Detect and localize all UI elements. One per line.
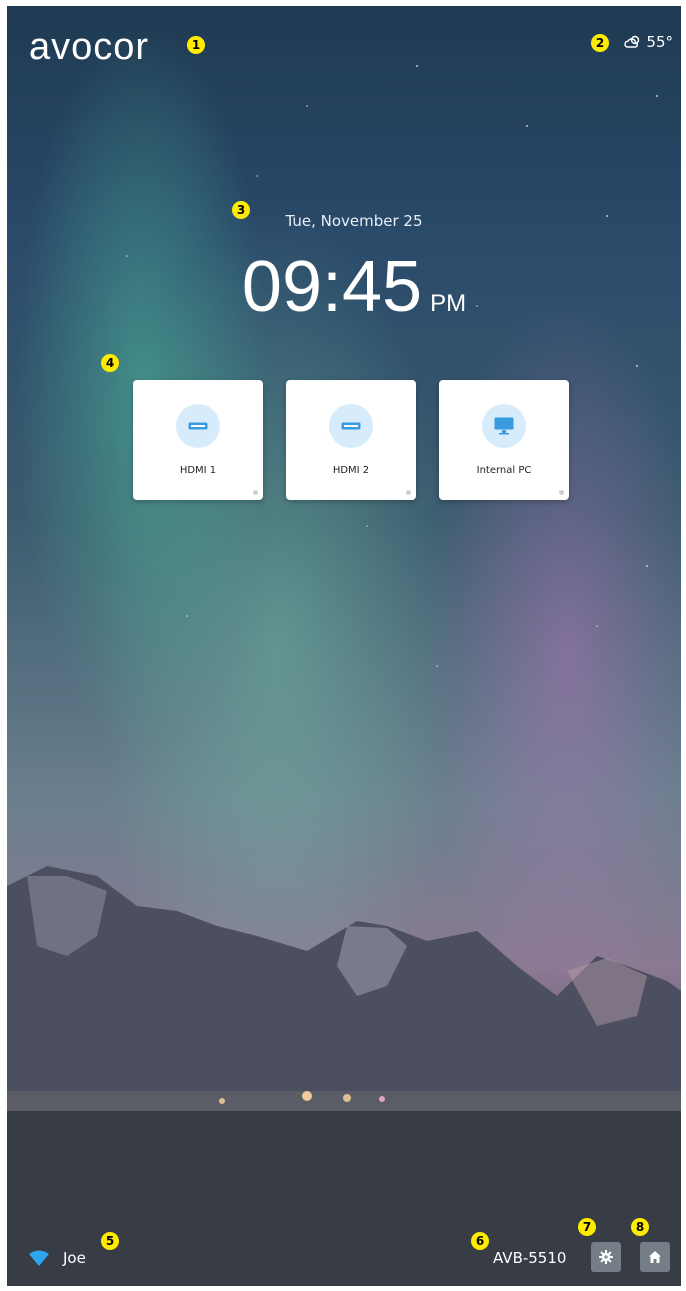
hdmi-icon [341,422,361,430]
settings-button[interactable] [591,1242,621,1272]
tile-hdmi-2[interactable]: HDMI 2 [286,380,416,500]
tile-label: Internal PC [476,465,532,476]
tile-internal-pc[interactable]: Internal PC [439,380,569,500]
home-button[interactable] [640,1242,670,1272]
weather-widget[interactable]: 55° [623,33,673,51]
annotation-marker-2: 2 [591,34,609,52]
hdmi-icon [188,422,208,430]
mountain-landscape [7,866,681,1286]
home-icon [649,1251,661,1263]
user-name: Joe [63,1249,86,1267]
tile-label: HDMI 2 [332,465,370,476]
wifi-icon [29,1250,49,1266]
device-name: AVB-5510 [493,1249,567,1267]
date-label: Tue, November 25 [285,212,423,230]
annotation-marker-8: 8 [631,1218,649,1236]
monitor-icon [494,417,514,435]
gear-icon [599,1250,613,1264]
tile-label: HDMI 1 [179,465,217,476]
tile-dot [406,490,411,495]
tile-dot [559,490,564,495]
tile-dot [253,490,258,495]
clock-time: 09:45 [241,247,423,327]
cloud-sun-icon [624,35,640,48]
home-screen: avocor 1 2 55° 3 Tue, November 25 09:45 P… [7,6,681,1286]
annotation-marker-4: 4 [101,354,119,372]
clock: 09:45 PM [7,246,681,328]
annotation-marker-6: 6 [471,1232,489,1250]
network-user-status[interactable]: Joe [29,1249,86,1267]
clock-period: PM [430,290,467,317]
annotation-marker-7: 7 [578,1218,596,1236]
tile-hdmi-1[interactable]: HDMI 1 [133,380,263,500]
avocor-logo: avocor [29,26,150,68]
annotation-marker-5: 5 [101,1232,119,1250]
annotation-marker-1: 1 [187,36,205,54]
weather-temperature: 55° [646,33,673,51]
input-source-tiles: HDMI 1 HDMI 2 Internal PC [133,380,569,500]
